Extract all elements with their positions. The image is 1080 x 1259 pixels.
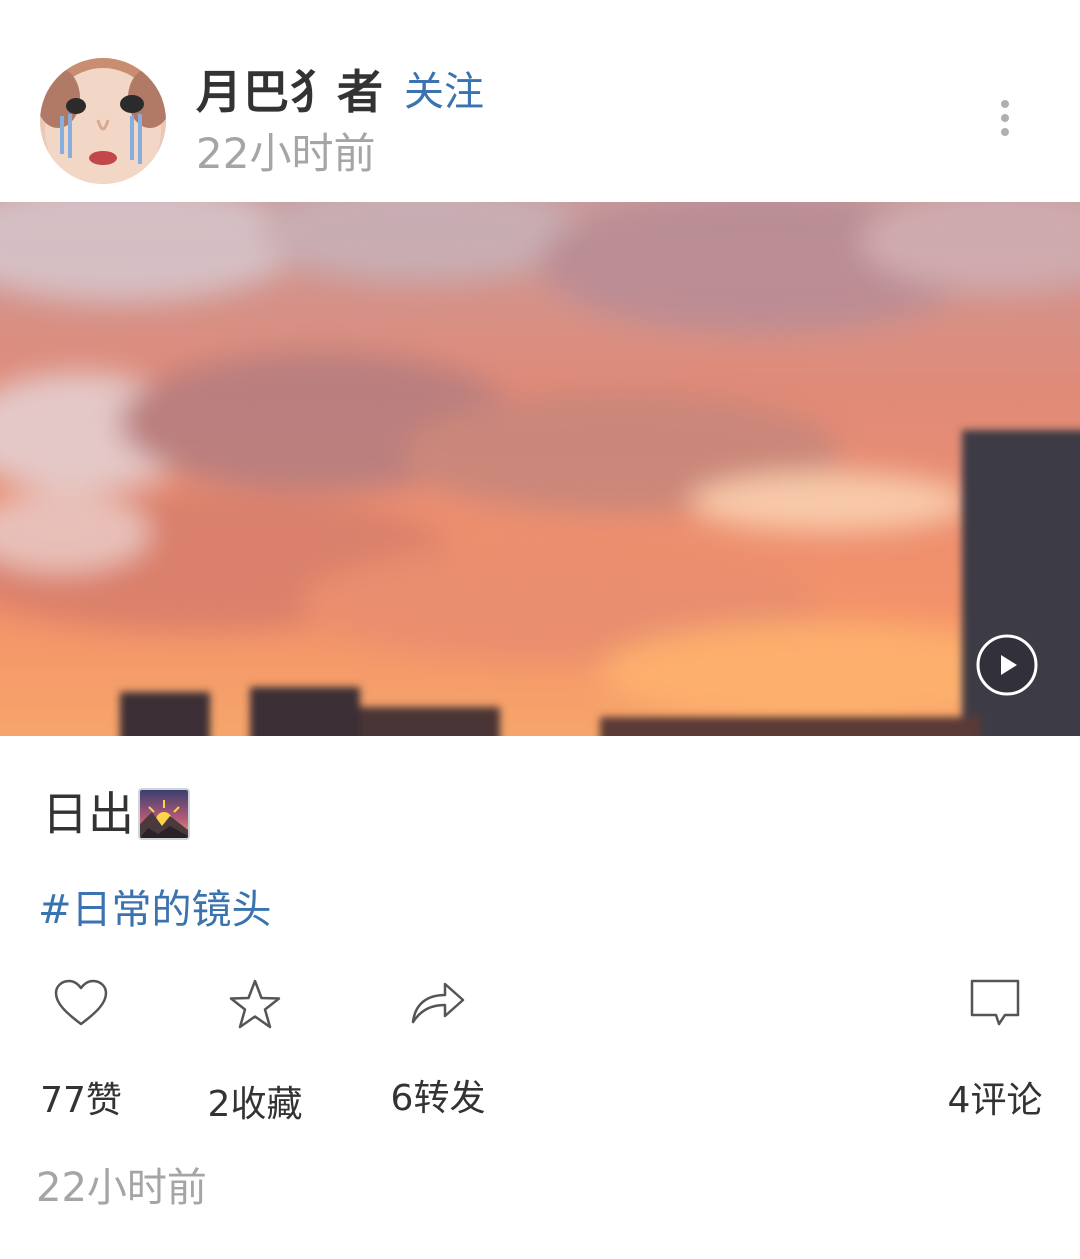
comment-count: 4评论 <box>947 1080 1043 1121</box>
caption-text: 日出 <box>42 787 134 841</box>
like-button[interactable]: 77赞 <box>6 978 156 1126</box>
author-name[interactable]: 月巴犭者 <box>196 64 384 120</box>
repost-button[interactable]: 6转发 <box>363 978 513 1124</box>
comment-button[interactable]: 4评论 <box>920 978 1070 1126</box>
repost-count: 6转发 <box>390 1078 486 1119</box>
sunset-sky-image <box>0 202 1080 736</box>
share-arrow-icon <box>411 982 465 1024</box>
video-thumbnail[interactable] <box>0 202 1080 736</box>
comment-icon <box>970 979 1020 1026</box>
author-avatar[interactable] <box>40 58 166 184</box>
footer-time: 22小时前 <box>36 1165 207 1211</box>
follow-button[interactable]: 关注 <box>404 66 484 118</box>
post-caption: 日出 <box>42 784 190 844</box>
more-vertical-icon[interactable] <box>992 100 1018 144</box>
star-icon <box>229 979 281 1029</box>
hashtag-link[interactable]: #日常的镜头 <box>38 884 272 936</box>
avatar-photo-icon <box>40 58 166 184</box>
favorite-button[interactable]: 2收藏 <box>180 978 330 1130</box>
post-time: 22小时前 <box>196 129 376 178</box>
sunrise-over-mountains-icon <box>138 788 190 840</box>
heart-icon <box>54 979 108 1026</box>
favorite-count: 2收藏 <box>207 1084 303 1125</box>
post-header: 月巴犭者 关注 22小时前 <box>0 0 1080 202</box>
like-count: 77赞 <box>40 1080 122 1121</box>
play-icon[interactable] <box>976 634 1038 696</box>
